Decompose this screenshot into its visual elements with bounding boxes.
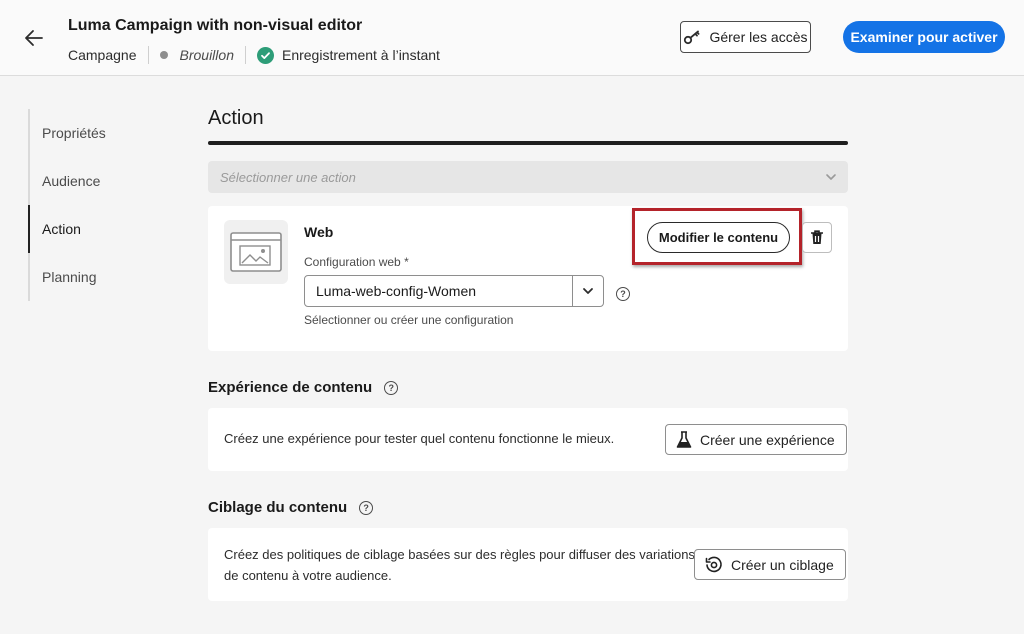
create-experience-label: Créer une expérience — [700, 431, 835, 448]
content-experience-title: Expérience de contenu — [208, 379, 373, 396]
content-targeting-card: Créez des politiques de ciblage basées s… — [208, 528, 848, 601]
manage-access-button[interactable]: Gérer les accès — [680, 21, 811, 53]
web-config-select[interactable]: Luma-web-config-Women — [304, 275, 604, 307]
web-page-icon — [224, 220, 288, 284]
sidebar-item-properties[interactable]: Propriétés — [30, 109, 178, 157]
page-header: Luma Campaign with non-visual editor Cam… — [0, 0, 1024, 76]
content-targeting-description: Créez des politiques de ciblage basées s… — [224, 547, 695, 583]
channel-label: Web — [304, 224, 334, 240]
web-config-hint: Sélectionner ou créer une configuration — [304, 313, 514, 327]
key-icon — [684, 30, 700, 45]
create-targeting-label: Créer un ciblage — [731, 556, 834, 573]
flask-icon — [676, 430, 692, 448]
content-targeting-title: Ciblage du contenu — [208, 499, 348, 516]
content-targeting-heading: Ciblage du contenu ? — [208, 499, 374, 516]
web-config-label: Configuration web * — [304, 255, 409, 269]
section-title: Action — [208, 107, 264, 129]
content-experience-heading: Expérience de contenu ? — [208, 379, 399, 396]
meta-divider — [147, 46, 149, 64]
web-action-card: Web Modifier le contenu Configuration we… — [208, 206, 848, 351]
highlight-annotation — [632, 208, 802, 265]
review-activate-button[interactable]: Examiner pour activer — [843, 21, 1005, 53]
create-targeting-button[interactable]: Créer un ciblage — [694, 549, 846, 580]
web-config-dropdown-button[interactable] — [572, 276, 603, 306]
section-divider — [208, 141, 848, 145]
chevron-down-icon — [583, 288, 593, 294]
sidebar-item-action[interactable]: Action — [28, 205, 178, 253]
targeting-icon — [705, 556, 722, 572]
help-icon[interactable]: ? — [616, 287, 630, 301]
status-dot-icon — [159, 51, 168, 59]
sidebar-nav: Propriétés Audience Action Planning — [28, 109, 178, 301]
delete-action-button[interactable] — [802, 222, 832, 253]
create-experience-button[interactable]: Créer une expérience — [665, 424, 847, 455]
help-icon[interactable]: ? — [384, 380, 399, 395]
web-config-value: Luma-web-config-Women — [316, 283, 477, 299]
help-icon[interactable]: ? — [359, 500, 374, 515]
sidebar-item-audience[interactable]: Audience — [30, 157, 178, 205]
sidebar-item-planning[interactable]: Planning — [30, 253, 178, 301]
arrow-left-icon — [25, 30, 43, 46]
content-experience-description: Créez une expérience pour tester quel co… — [224, 431, 615, 446]
campaign-type: Campagne — [68, 47, 137, 63]
select-action-dropdown[interactable]: Sélectionner une action — [208, 161, 848, 193]
save-status: Enregistrement à l’instant — [281, 47, 440, 63]
manage-access-label: Gérer les accès — [709, 29, 808, 45]
checkmark-circle-icon — [256, 46, 274, 64]
content-experience-card: Créez une expérience pour tester quel co… — [208, 408, 848, 471]
status-badge: Brouillon — [179, 47, 234, 63]
back-button[interactable] — [20, 24, 48, 52]
trash-icon — [811, 230, 823, 244]
meta-divider — [244, 46, 246, 64]
page-title: Luma Campaign with non-visual editor — [68, 17, 363, 34]
campaign-meta: Campagne Brouillon Enregistrement à l’in… — [68, 46, 440, 64]
select-action-placeholder: Sélectionner une action — [220, 169, 356, 185]
chevron-down-icon — [826, 174, 836, 180]
